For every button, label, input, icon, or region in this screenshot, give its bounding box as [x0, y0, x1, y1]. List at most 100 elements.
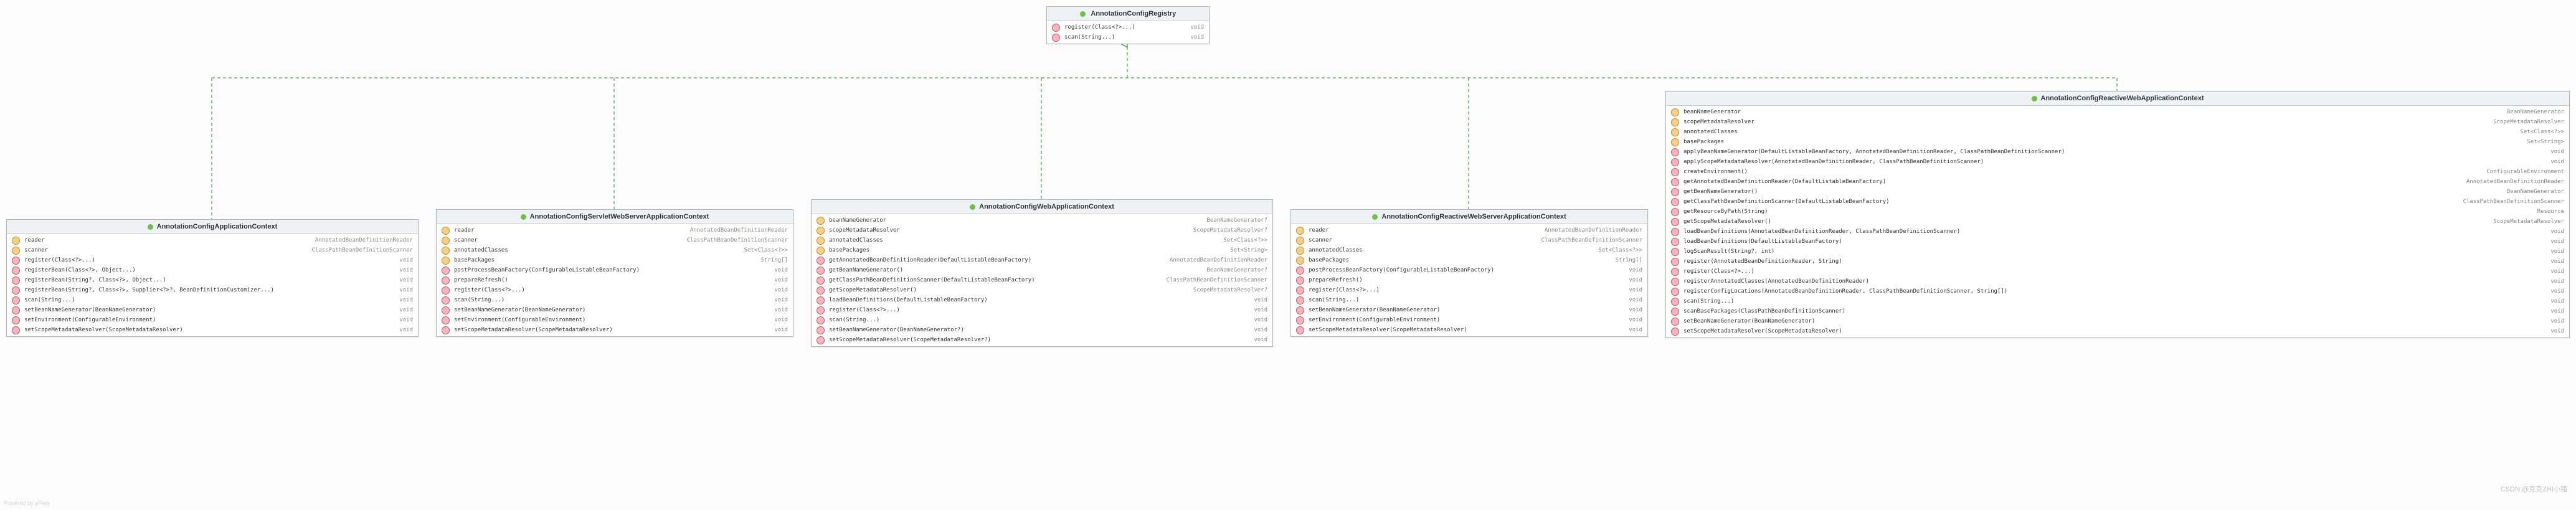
- interface-annotationconfigregistry[interactable]: AnnotationConfigRegistry register(Class<…: [1046, 6, 1210, 44]
- class-title: AnnotationConfigReactiveWebServerApplica…: [1291, 210, 1647, 224]
- method-icon: [1671, 158, 1679, 166]
- method-icon: [1671, 168, 1679, 176]
- method-icon: [817, 336, 825, 344]
- method-icon: [817, 316, 825, 324]
- member-signature: getClassPathBeanDefinitionScanner(Defaul…: [829, 276, 1155, 285]
- member-return-type: void: [399, 266, 413, 275]
- method-icon: [817, 276, 825, 285]
- member-return-type: void: [399, 306, 413, 314]
- member-return-type: Set<Class<?>>: [2521, 128, 2564, 136]
- member-return-type: void: [774, 276, 788, 285]
- field-row: annotatedClasses Set<Class<?>>: [1666, 127, 2569, 137]
- method-icon: [442, 326, 450, 334]
- method-row: register(Class<?>...)void: [437, 285, 793, 295]
- method-row: getBeanNameGenerator()BeanNameGenerator?: [812, 265, 1272, 275]
- member-return-type: ClassPathBeanDefinitionScanner: [2463, 197, 2564, 206]
- method-icon: [1671, 218, 1679, 226]
- class-reactiveapp[interactable]: AnnotationConfigReactiveWebApplicationCo…: [1665, 91, 2570, 338]
- class-members: readerAnnotatedBeanDefinitionReaderscann…: [437, 224, 793, 336]
- class-title: AnnotationConfigRegistry: [1047, 7, 1209, 21]
- method-icon: [1671, 278, 1679, 286]
- field-icon: [817, 227, 825, 235]
- member-return-type: void: [2550, 297, 2564, 306]
- member-return-type: ScopeMetadataResolver?: [1193, 226, 1267, 235]
- method-row: getScopeMetadataResolver()ScopeMetadataR…: [812, 285, 1272, 295]
- class-webapp[interactable]: AnnotationConfigWebApplicationContextbea…: [811, 199, 1273, 347]
- method-row: registerBean(String?, Class<?>, Object..…: [7, 275, 418, 285]
- method-row: setScopeMetadataResolver(ScopeMetadataRe…: [7, 325, 418, 335]
- field-icon: [817, 217, 825, 225]
- method-icon: [1671, 328, 1679, 336]
- class-reactiveweb[interactable]: AnnotationConfigReactiveWebServerApplica…: [1290, 209, 1648, 337]
- member-signature: annotatedClasses: [1683, 128, 2509, 136]
- member-return-type: void: [1254, 336, 1267, 344]
- method-icon: [817, 286, 825, 295]
- field-row: scopeMetadataResolverScopeMetadataResolv…: [1666, 117, 2569, 127]
- member-signature: setBeanNameGenerator(BeanNameGenerator): [1309, 306, 1617, 314]
- class-title: AnnotationConfigReactiveWebApplicationCo…: [1666, 92, 2569, 106]
- method-icon: [1671, 238, 1679, 246]
- method-row: setEnvironment(ConfigurableEnvironment)v…: [1291, 315, 1647, 325]
- member-signature: setBeanNameGenerator(BeanNameGenerator): [454, 306, 763, 314]
- class-members: readerAnnotatedBeanDefinitionReaderscann…: [1291, 224, 1647, 336]
- method-icon: [442, 316, 450, 324]
- class-title: AnnotationConfigWebApplicationContext: [812, 200, 1272, 214]
- method-icon: [1671, 228, 1679, 236]
- member-return-type: void: [1190, 23, 1204, 32]
- field-icon: [12, 247, 20, 255]
- member-return-type: ClassPathBeanDefinitionScanner: [311, 246, 413, 255]
- member-signature: applyBeanNameGenerator(DefaultListableBe…: [1683, 148, 2539, 156]
- method-icon: [12, 286, 20, 295]
- method-row: registerConfigLocations(AnnotatedBeanDef…: [1666, 286, 2569, 296]
- member-signature: register(Class<?>...): [454, 286, 763, 295]
- member-return-type: BeanNameGenerator?: [1206, 216, 1267, 225]
- method-row: register(AnnotatedBeanDefinitionReader, …: [1666, 257, 2569, 267]
- method-row: postProcessBeanFactory(ConfigurableLista…: [1291, 265, 1647, 275]
- class-members: beanNameGeneratorBeanNameGeneratorscopeM…: [1666, 106, 2569, 338]
- class-icon: [2032, 96, 2037, 102]
- field-icon: [1296, 257, 1304, 265]
- member-signature: basePackages: [829, 246, 1219, 255]
- member-return-type: ClassPathBeanDefinitionScanner: [686, 236, 788, 245]
- member-return-type: Set<Class<?>>: [744, 246, 788, 255]
- method-row: prepareRefresh()void: [1291, 275, 1647, 285]
- method-row: register(Class<?>...)void: [812, 305, 1272, 315]
- field-row: basePackagesSet<String>: [1666, 137, 2569, 147]
- member-return-type: void: [1629, 276, 1642, 285]
- member-signature: scan(String...): [1683, 297, 2539, 306]
- member-signature: getAnnotatedBeanDefinitionReader(Default…: [1683, 177, 2455, 186]
- class-icon: [1372, 214, 1378, 220]
- method-icon: [12, 306, 20, 314]
- class-appctx[interactable]: AnnotationConfigApplicationContextreader…: [6, 219, 419, 337]
- class-servletweb[interactable]: AnnotationConfigServletWebServerApplicat…: [436, 209, 793, 337]
- member-signature: setScopeMetadataResolver(ScopeMetadataRe…: [1309, 326, 1617, 334]
- method-icon: [1671, 188, 1679, 196]
- member-return-type: void: [2550, 257, 2564, 266]
- method-row: registerBean(Class<?>, Object...)void: [7, 265, 418, 275]
- member-signature: scanBasePackages(ClassPathBeanDefinition…: [1683, 307, 2539, 316]
- method-row: scanBasePackages(ClassPathBeanDefinition…: [1666, 306, 2569, 316]
- field-row: basePackagesString[]: [1291, 255, 1647, 265]
- member-signature: scan(String...): [829, 316, 1243, 324]
- field-row: readerAnnotatedBeanDefinitionReader: [437, 225, 793, 235]
- member-return-type: ClassPathBeanDefinitionScanner: [1166, 276, 1267, 285]
- method-row: scan(String...)void: [1047, 32, 1209, 42]
- field-icon: [1671, 128, 1679, 136]
- method-icon: [442, 267, 450, 275]
- field-row: beanNameGeneratorBeanNameGenerator?: [812, 215, 1272, 225]
- member-signature: postProcessBeanFactory(ConfigurableLista…: [454, 266, 763, 275]
- field-icon: [817, 247, 825, 255]
- field-icon: [12, 237, 20, 245]
- member-return-type: Set<String>: [1230, 246, 1267, 255]
- member-return-type: void: [1629, 286, 1642, 295]
- method-row: scan(String...) void: [1666, 296, 2569, 306]
- field-icon: [1671, 108, 1679, 116]
- method-row: logScanResult(String?, int)void: [1666, 247, 2569, 257]
- member-return-type: void: [774, 306, 788, 314]
- member-signature: applyScopeMetadataResolver(AnnotatedBean…: [1683, 158, 2539, 166]
- method-icon: [1671, 178, 1679, 186]
- member-return-type: void: [1254, 296, 1267, 305]
- member-signature: registerAnnotatedClasses(AnnotatedBeanDe…: [1683, 277, 2539, 286]
- member-signature: reader: [24, 236, 304, 245]
- member-return-type: void: [399, 296, 413, 305]
